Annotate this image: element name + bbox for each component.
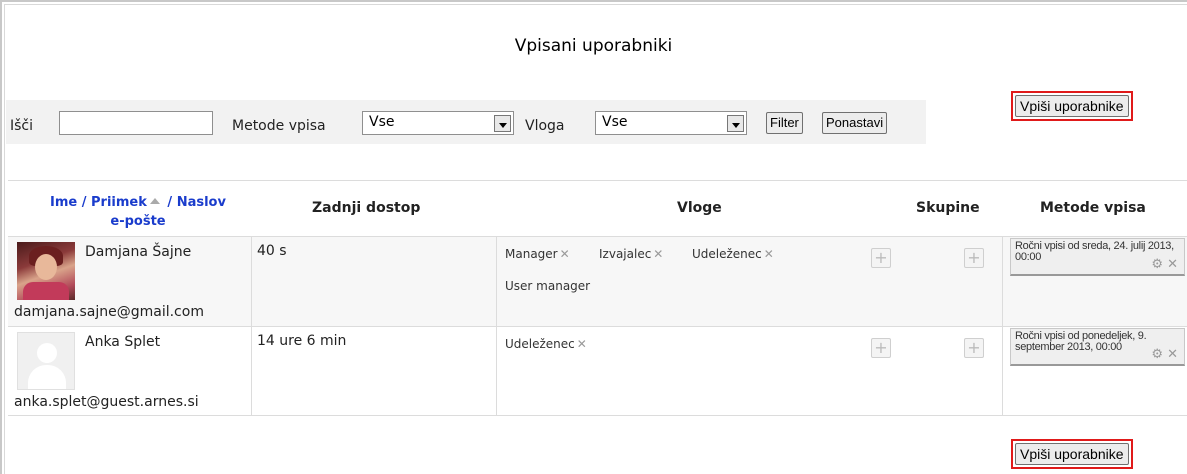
last-access-value: 40 s: [257, 243, 287, 259]
user-email: anka.splet@guest.arnes.si: [14, 394, 199, 410]
user-email: damjana.sajne@gmail.com: [14, 304, 204, 320]
sort-email-link-2[interactable]: e-pošte: [110, 214, 165, 229]
role-label: Vloga: [525, 118, 565, 134]
user-name-link[interactable]: Damjana Šajne: [85, 244, 191, 260]
add-role-button[interactable]: +: [871, 338, 891, 358]
table-row: Damjana Šajne damjana.sajne@gmail.com 40…: [8, 236, 1187, 326]
enroll-users-highlight-top: Vpiši uporabnike: [1011, 91, 1133, 121]
role-item: Udeleženec ✕: [692, 247, 774, 261]
close-icon[interactable]: ✕: [653, 247, 663, 261]
method-label: Metode vpisa: [232, 118, 326, 134]
groups-header: Skupine: [916, 200, 980, 216]
role-select-value: Vse: [602, 114, 628, 130]
close-icon[interactable]: ✕: [1163, 347, 1178, 362]
enroll-users-button-top[interactable]: Vpiši uporabnike: [1015, 95, 1129, 117]
add-group-button[interactable]: +: [964, 248, 984, 268]
avatar[interactable]: [17, 332, 75, 390]
avatar[interactable]: [17, 242, 75, 300]
role-item: Manager ✕: [505, 247, 570, 261]
enroll-users-highlight-bottom: Vpiši uporabnike: [1011, 439, 1133, 469]
close-icon[interactable]: ✕: [764, 247, 774, 261]
sort-up-icon: [149, 198, 160, 204]
enrolment-method: Ročni vpisi od ponedeljek, 9. september …: [1010, 328, 1185, 366]
last-access-header[interactable]: Zadnji dostop: [312, 200, 420, 216]
chevron-down-icon[interactable]: [494, 115, 511, 132]
close-icon[interactable]: ✕: [577, 337, 587, 351]
chevron-down-icon[interactable]: [727, 115, 744, 132]
role-select[interactable]: Vse: [595, 111, 747, 135]
name-column-header: Ime / Priimek / Naslov e-pošte: [50, 195, 226, 229]
close-icon[interactable]: ✕: [1163, 257, 1178, 272]
table-row: Anka Splet anka.splet@guest.arnes.si 14 …: [8, 326, 1187, 416]
close-icon[interactable]: ✕: [560, 247, 570, 261]
sort-email-link[interactable]: Naslov: [177, 195, 226, 210]
sort-last-name-link[interactable]: Priimek: [91, 195, 147, 210]
roles-header: Vloge: [677, 200, 722, 216]
add-group-button[interactable]: +: [964, 338, 984, 358]
gear-icon[interactable]: ⚙: [1151, 347, 1163, 362]
methods-header: Metode vpisa: [1040, 200, 1146, 216]
user-name-link[interactable]: Anka Splet: [85, 334, 160, 350]
reset-button[interactable]: Ponastavi: [822, 112, 888, 134]
search-label: Išči: [10, 118, 34, 134]
role-item: User manager: [505, 279, 591, 293]
last-access-value: 14 ure 6 min: [257, 333, 347, 349]
gear-icon[interactable]: ⚙: [1151, 257, 1163, 272]
method-select[interactable]: Vse: [362, 111, 514, 135]
header-divider: [8, 180, 1187, 181]
role-item: Udeleženec ✕: [505, 337, 587, 351]
method-select-value: Vse: [369, 114, 395, 130]
filter-button[interactable]: Filter: [766, 112, 803, 134]
add-role-button[interactable]: +: [871, 248, 891, 268]
page-title: Vpisani uporabniki: [514, 36, 673, 56]
enroll-users-button-bottom[interactable]: Vpiši uporabnike: [1015, 443, 1129, 465]
sort-first-name-link[interactable]: Ime: [50, 195, 77, 210]
role-item: Izvajalec ✕: [599, 247, 664, 261]
enrolment-method: Ročni vpisi od sreda, 24. julij 2013, 00…: [1010, 238, 1185, 276]
search-input[interactable]: [59, 111, 213, 135]
